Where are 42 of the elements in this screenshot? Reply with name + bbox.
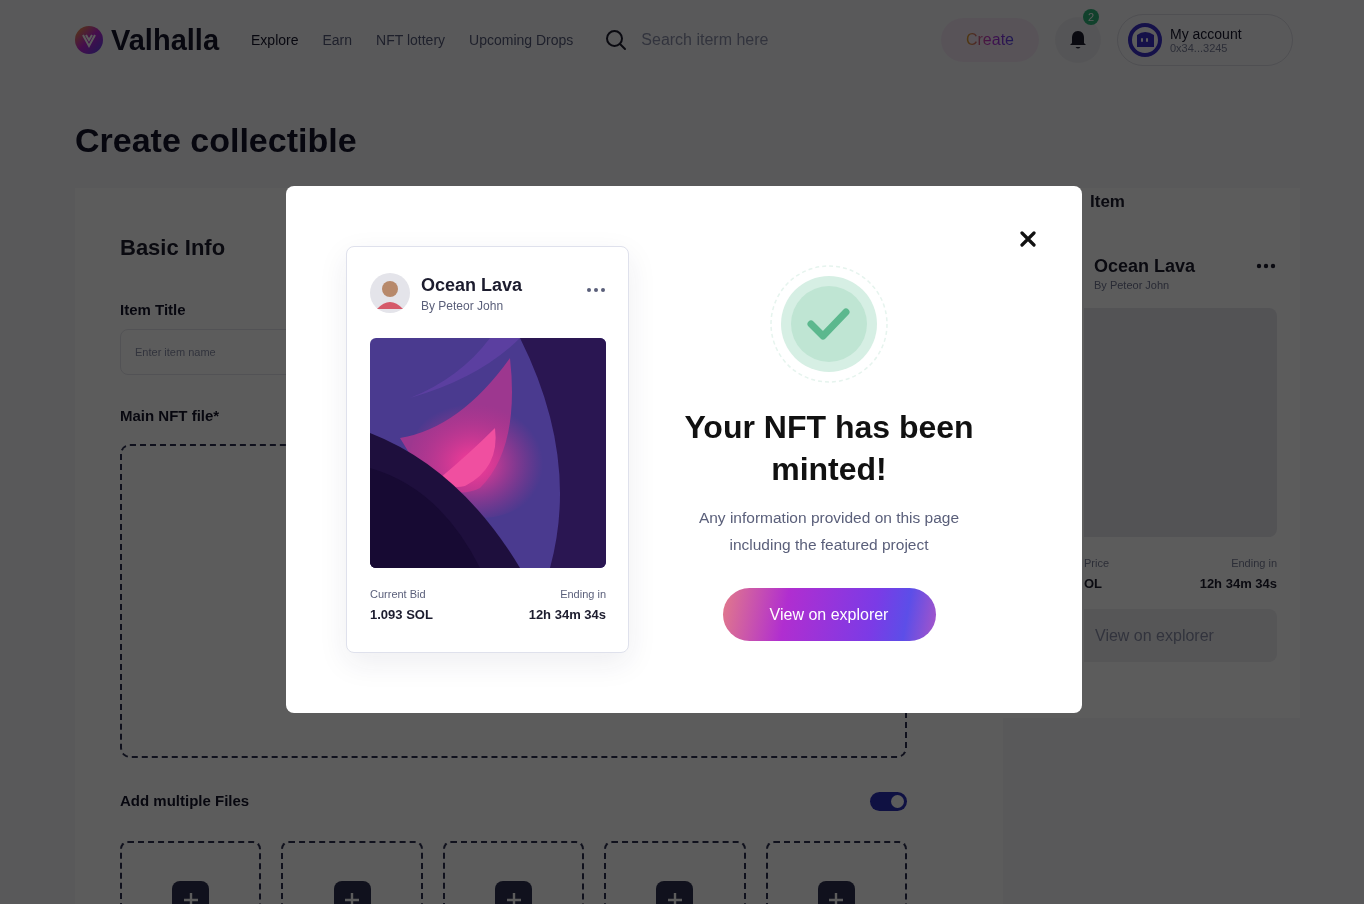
nav-link[interactable]: Explore (251, 32, 299, 48)
plus-icon (182, 891, 199, 904)
close-button[interactable] (1019, 230, 1037, 248)
avatar-icon (1128, 23, 1162, 57)
view-explorer-button[interactable]: View on explorer (722, 588, 936, 641)
search-icon (605, 29, 628, 51)
ending-label: Ending in (560, 588, 606, 600)
nav-link[interactable]: Upcoming Drops (469, 32, 574, 48)
close-icon (1020, 231, 1036, 247)
dialog-heading: Your NFT has been minted! (683, 408, 975, 489)
success-check-icon (769, 264, 889, 384)
bid-value: 1.093 SOL (370, 607, 433, 622)
field-label: Main NFT file* (120, 406, 220, 426)
more-icon (586, 287, 606, 293)
field-label: Add multiple Files (120, 791, 250, 811)
nav-link[interactable]: NFT lottery (376, 32, 446, 48)
ending-value: 12h 34m 34s (528, 607, 606, 622)
notification-count: 2 (1083, 9, 1099, 25)
more-icon (1256, 263, 1276, 269)
logo-icon (75, 26, 103, 54)
dialog-message: Any information provided on this page including the featured project (697, 508, 961, 555)
plus-icon (828, 891, 845, 904)
nft-author: By Peteor John (421, 299, 505, 313)
preview-heading: Item (1090, 191, 1126, 213)
multiple-files-toggle[interactable] (870, 791, 907, 811)
page-title: Create collectible (75, 120, 358, 161)
nav-link[interactable]: Earn (322, 32, 353, 48)
plus-icon (666, 891, 683, 904)
ending-value: 12h 34m 34s (1199, 576, 1277, 591)
price-value: OL (1084, 576, 1103, 591)
plus-icon (344, 891, 361, 904)
bell-icon (1069, 30, 1087, 50)
field-label: Item Title (120, 300, 186, 320)
account-name: My account (1170, 26, 1242, 42)
nft-title: Ocean Lava (1094, 255, 1196, 277)
section-title: Basic Info (120, 234, 227, 262)
nft-title: Ocean Lava (421, 274, 524, 296)
logo-text: Valhalla (111, 23, 219, 57)
create-button[interactable]: Create (941, 18, 1039, 62)
bid-label: Current Bid (370, 588, 426, 600)
avatar-icon (370, 273, 410, 313)
plus-icon (505, 891, 522, 904)
